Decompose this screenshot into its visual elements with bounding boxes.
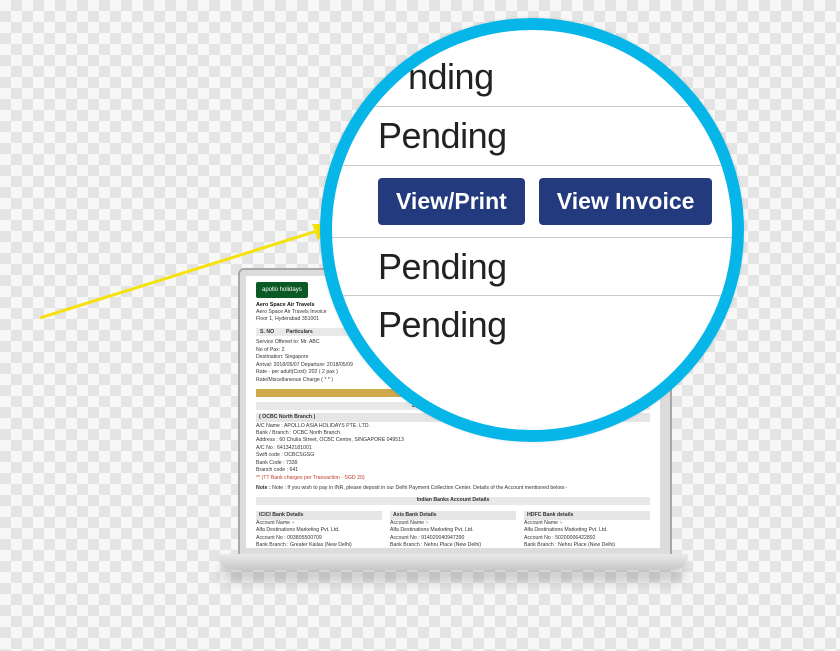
col-head-icici: ICICI Bank Details: [256, 511, 382, 520]
line-rate: Rate - per adult(Cost): 202 ( 2 pax ): [256, 369, 338, 376]
sg-swift: Swift code : OCBCSGSG: [256, 452, 650, 459]
view-invoice-button[interactable]: View Invoice: [539, 178, 713, 225]
status-row: nding: [332, 58, 732, 107]
magnifier-lens: nding Pending View/Print View Invoice Pe…: [320, 18, 744, 442]
ic-acno-l: Account No :: [256, 535, 286, 541]
ic-branch-l: Bank Branch :: [256, 542, 289, 548]
ic-branch-v: Greater Kailas (New Delhi): [290, 542, 352, 548]
hd-acno-l: Account No :: [524, 535, 554, 541]
hd-acno-v: 50200006422892: [555, 535, 595, 541]
inr-note-text: Note : If you wish to pay in INR, please…: [272, 485, 567, 491]
status-row: Pending: [332, 107, 732, 166]
status-list: nding Pending View/Print View Invoice Pe…: [332, 58, 732, 354]
ax-branch-v: Nehru Place (New Delhi): [424, 542, 481, 548]
company-logo: apollo holidays: [256, 282, 308, 298]
status-row: Pending: [332, 238, 732, 297]
inr-note: Note : Note : If you wish to pay in INR,…: [256, 485, 650, 492]
hd-branch-v: Nehru Place (New Delhi): [558, 542, 615, 548]
ax-acno-v: 914020040947390: [421, 535, 464, 541]
sg-branchcode: Branch code : 641: [256, 467, 650, 474]
ic-acname-l: Account Name :-: [256, 520, 295, 526]
ic-acno-v: 003805500709: [287, 535, 322, 541]
hd-acname-v: Alfa Destinations Marketing Pvt. Ltd.: [524, 527, 650, 534]
hd-acname-l: Account Name :-: [524, 520, 563, 526]
col-sno: S. NO: [260, 329, 286, 336]
action-row: View/Print View Invoice: [332, 166, 732, 238]
sg-addr: Address : 60 Chulia Street, OCBC Centre,…: [256, 437, 650, 444]
laptop-base: [218, 554, 688, 570]
sg-acno: A/C No : 641342181001: [256, 445, 650, 452]
view-print-button[interactable]: View/Print: [378, 178, 525, 225]
india-bank-columns: ICICI Bank Details Account Name :- Alfa …: [256, 508, 650, 548]
ic-acname-v: Alfa Destinations Marketing Pvt. Ltd.: [256, 527, 382, 534]
ax-acname-l: Account Name :-: [390, 520, 429, 526]
ax-acname-v: Alfa Destinations Marketing Pvt. Ltd.: [390, 527, 516, 534]
col-head-hdfc: HDFC Bank details: [524, 511, 650, 520]
col-head-axis: Axis Bank Details: [390, 511, 516, 520]
ax-acno-l: Account No :: [390, 535, 420, 541]
col-particulars: Particulars: [286, 329, 313, 336]
hd-branch-l: Bank Branch :: [524, 542, 557, 548]
ax-branch-l: Bank Branch :: [390, 542, 423, 548]
sg-tt: ** (TT Bank charges per Transaction - SG…: [256, 475, 650, 482]
status-row: Pending: [332, 296, 732, 354]
sg-bankcode: Bank Code : 7339: [256, 460, 650, 467]
in-banks-head: Indian Banks Account Details: [256, 497, 650, 505]
